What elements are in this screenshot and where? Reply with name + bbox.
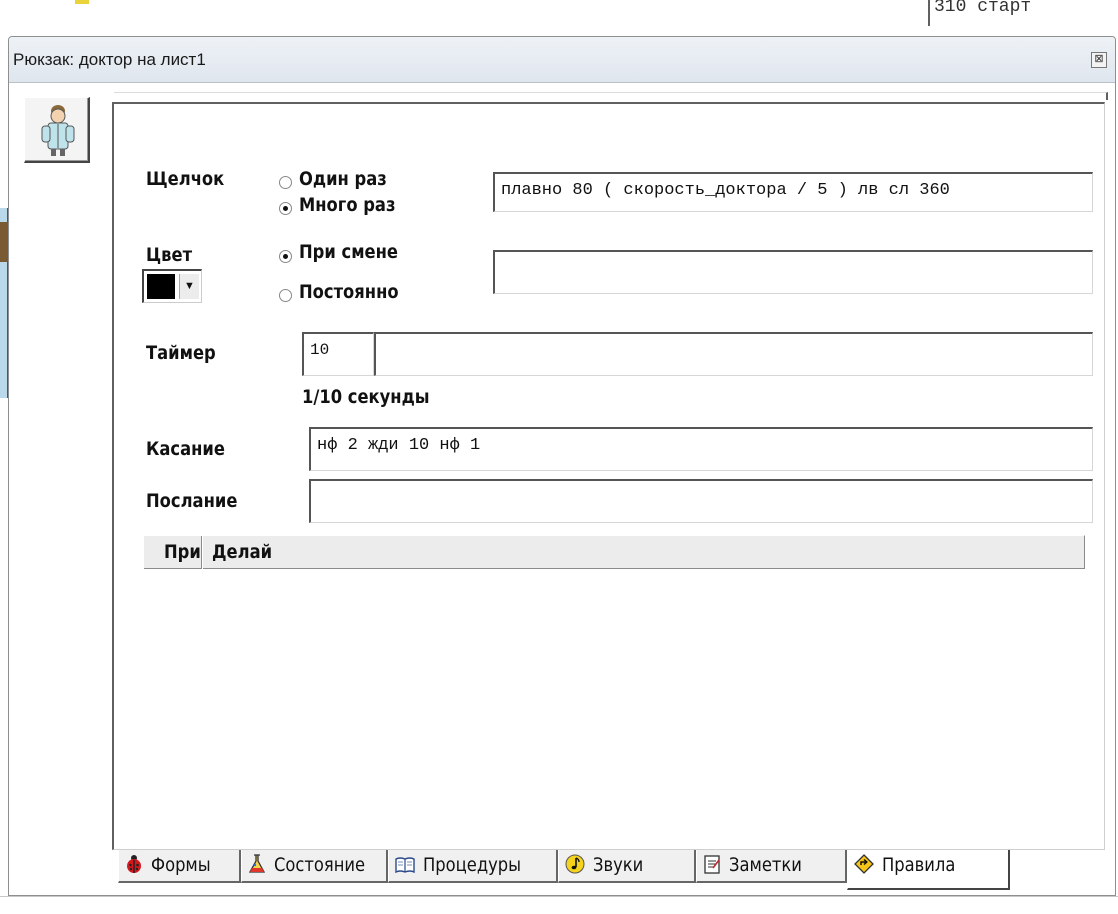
tab-rules[interactable]: Правила: [847, 850, 1010, 890]
background-left-mark: [0, 222, 8, 262]
touch-command-field[interactable]: нф 2 жди 10 нф 1: [309, 427, 1093, 471]
ladybug-icon: [127, 855, 141, 873]
rules-table-body[interactable]: [144, 569, 1085, 849]
tab-procedures-label: Процедуры: [423, 854, 522, 876]
notepad-icon: [704, 855, 720, 874]
timer-unit-label: 1/10 секунды: [302, 386, 430, 408]
title-bar[interactable]: Рюкзак: доктор на лист1 ⊠: [9, 37, 1115, 83]
timer-label: Таймер: [146, 342, 216, 364]
timer-interval-field[interactable]: 10: [302, 332, 374, 376]
radio-constant-label: Постоянно: [299, 281, 399, 303]
dialog-client-area: Щелчок Один раз Много раз плавно 80 ( ск…: [9, 84, 1115, 895]
radio-constant[interactable]: [279, 289, 292, 302]
radio-on-change[interactable]: [279, 250, 292, 263]
doctor-sprite-icon: [41, 105, 75, 156]
panel-top-border: [114, 92, 1108, 100]
message-label: Послание: [146, 490, 238, 512]
tab-notes-label: Заметки: [729, 854, 802, 876]
background-yellow-mark: [75, 0, 89, 4]
background-command-text: 310 старт: [928, 0, 1118, 26]
radio-once-label: Один раз: [299, 168, 387, 190]
flask-icon: [248, 854, 266, 873]
color-picker[interactable]: ▼: [142, 269, 202, 303]
diamond-arrow-icon: [854, 854, 874, 874]
tab-sounds[interactable]: Звуки: [558, 850, 696, 883]
radio-on-change-label: При смене: [299, 241, 399, 263]
chevron-down-icon[interactable]: ▼: [179, 274, 199, 299]
tab-notes[interactable]: Заметки: [696, 850, 847, 883]
color-swatch: [147, 274, 175, 299]
radio-many-label: Много раз: [299, 194, 396, 216]
message-command-field[interactable]: [309, 479, 1093, 523]
touch-label: Касание: [146, 438, 225, 460]
dialog-title: Рюкзак: доктор на лист1: [13, 50, 206, 69]
tab-sounds-label: Звуки: [593, 854, 644, 876]
tab-rules-label: Правила: [882, 854, 956, 876]
book-icon: [395, 857, 415, 874]
sprite-shape-button[interactable]: [24, 97, 90, 163]
close-button[interactable]: ⊠: [1091, 52, 1107, 68]
tab-procedures[interactable]: Процедуры: [388, 850, 558, 883]
color-label: Цвет: [146, 244, 193, 266]
music-note-icon: [565, 854, 585, 874]
bottom-tab-bar: Формы Состояние Процедуры Звуки Заметки …: [118, 850, 1018, 900]
tab-state[interactable]: Состояние: [241, 850, 388, 883]
timer-command-field[interactable]: [374, 332, 1093, 376]
column-header-when[interactable]: При: [144, 536, 202, 569]
color-command-field[interactable]: [493, 250, 1093, 294]
tab-shapes[interactable]: Формы: [118, 850, 241, 883]
close-icon: ⊠: [1094, 53, 1104, 65]
rules-table-header: При Делай: [144, 535, 1085, 569]
tab-shapes-label: Формы: [151, 854, 211, 876]
radio-once[interactable]: [279, 176, 292, 189]
click-label: Щелчок: [146, 168, 225, 190]
radio-many[interactable]: [279, 202, 292, 215]
backpack-dialog: Рюкзак: доктор на лист1 ⊠ Щелчок Один ра…: [8, 36, 1116, 896]
click-command-field[interactable]: плавно 80 ( скорость_доктора / 5 ) лв сл…: [493, 172, 1093, 212]
tab-state-label: Состояние: [274, 854, 366, 876]
